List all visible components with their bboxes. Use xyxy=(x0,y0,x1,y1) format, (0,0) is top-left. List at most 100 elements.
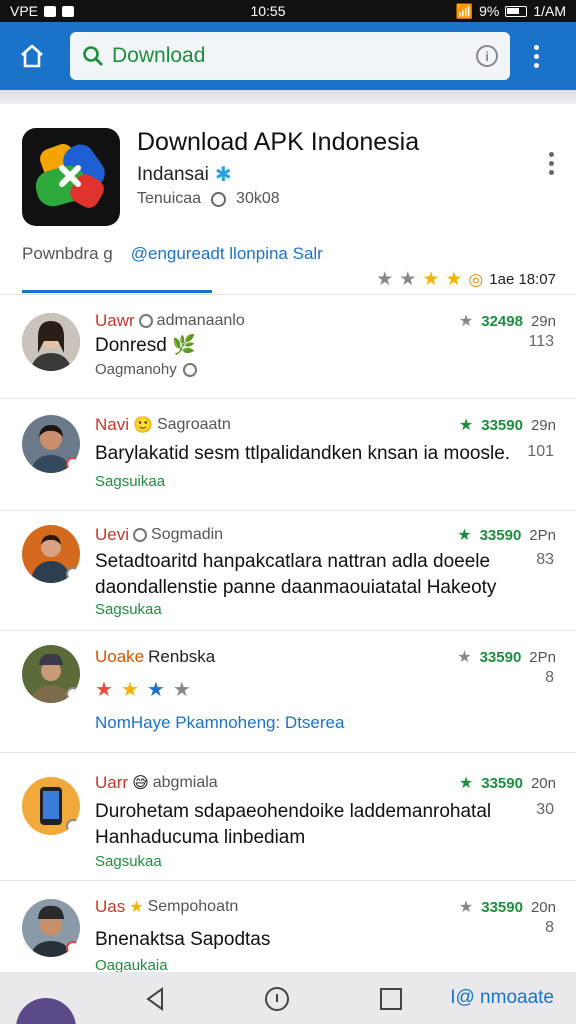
reviewer-name[interactable]: Uoake xyxy=(95,647,144,667)
grin-emoji-icon: 😅 xyxy=(132,775,149,792)
star-icon: ★ xyxy=(458,313,474,330)
review-footer-text[interactable]: Sagsuikaa xyxy=(95,473,165,490)
notification-icon xyxy=(44,5,57,17)
review-text: Donresd xyxy=(95,335,167,356)
review-time: 20n xyxy=(530,898,556,916)
avatar[interactable] xyxy=(22,313,80,371)
home-icon xyxy=(21,44,43,68)
reviewer-handle: abgmiala xyxy=(152,774,218,791)
location-pin-icon: ◎ xyxy=(468,269,484,289)
review-time: 2Pn xyxy=(529,526,556,544)
overflow-menu-button[interactable] xyxy=(516,34,556,78)
search-input[interactable]: Download i xyxy=(70,32,510,80)
badge-icon xyxy=(66,687,80,701)
star-icon: ★ xyxy=(146,679,165,701)
leaf-emoji-icon: 🌿 xyxy=(172,335,196,356)
star-icon: ★ xyxy=(458,775,474,792)
user-icon xyxy=(133,528,148,542)
info-icon[interactable]: i xyxy=(476,45,498,67)
app-meta: Tenuicaa 30k08 xyxy=(137,190,280,208)
avatar[interactable] xyxy=(22,645,80,703)
review-score: 33590 xyxy=(481,898,523,916)
app-downloads: 30k08 xyxy=(236,190,280,207)
battery-icon xyxy=(505,5,528,17)
star-icon: ★ xyxy=(422,269,440,290)
app-title: Download APK Indonesia xyxy=(137,128,420,156)
list-item[interactable]: Uevi Sogmadin ★ 33590 2Pn 83 Setadtoarit… xyxy=(0,510,576,630)
review-time: 20n xyxy=(530,774,556,792)
list-item[interactable]: Uas ★ Sempohoatn ★ 33590 20n 8 Bnenaktsa… xyxy=(0,880,576,974)
star-icon: ★ xyxy=(172,679,191,701)
review-footer-text: Oagmanohy xyxy=(95,361,177,378)
review-count: 83 xyxy=(536,551,554,568)
review-footer-text[interactable]: Sagsukaa xyxy=(95,601,162,618)
tab-row: Pownbdra g @engureadt llonpina Salr xyxy=(22,244,323,264)
home-button[interactable] xyxy=(10,34,54,78)
reviewer-handle: Sagroaatn xyxy=(156,416,231,433)
badge-icon xyxy=(66,457,80,471)
review-text: Setadtoaritd hanpakcatlara nattran adla … xyxy=(95,551,497,598)
review-score: 33590 xyxy=(479,526,522,544)
star-icon: ★ xyxy=(457,649,472,666)
developer-line[interactable]: Indansai ✱ xyxy=(137,162,232,187)
star-icon: ★ xyxy=(95,679,113,701)
app-notification-icon xyxy=(62,5,75,17)
star-icon: ★ xyxy=(458,899,474,916)
app-more-button[interactable] xyxy=(549,152,554,175)
user-icon xyxy=(138,314,153,328)
review-score-line: ★ 33590 20n xyxy=(459,897,556,917)
recent-apps-icon[interactable] xyxy=(378,986,404,1012)
avatar[interactable] xyxy=(22,525,80,583)
review-header: Uas ★ Sempohoatn xyxy=(95,897,238,917)
rating-row: ★ ★ ★ ★ ◎ 1ae 18:07 xyxy=(376,268,556,291)
review-footer-text[interactable]: Sagsukaa xyxy=(95,853,162,870)
review-score-line: ★ 33590 2Pn xyxy=(457,525,556,545)
reviewer-name[interactable]: Navi xyxy=(95,415,129,435)
reviewer-handle: admanaanlo xyxy=(156,312,245,329)
app-header-card: Download APK Indonesia Indansai ✱ Tenuic… xyxy=(0,104,576,294)
battery-percent: 9% xyxy=(479,3,500,19)
smile-emoji-icon: 🙂 xyxy=(133,417,153,434)
reviewer-name[interactable]: Uas xyxy=(95,897,125,917)
reviewer-handle: Sogmadin xyxy=(151,526,224,543)
review-header: Uoake Renbska xyxy=(95,647,215,667)
search-value: Download xyxy=(112,44,206,67)
avatar[interactable] xyxy=(22,777,80,835)
star-icon: ★ xyxy=(120,679,139,701)
home-circle-icon[interactable] xyxy=(264,986,290,1012)
star-icon: ★ xyxy=(445,269,463,290)
list-item[interactable]: Uoake Renbska ★ 33590 2Pn 8 ★ ★ ★ ★ NomH… xyxy=(0,630,576,752)
tab-reviews[interactable]: @engureadt llonpina Salr xyxy=(131,244,323,264)
reviewer-name[interactable]: Uarr xyxy=(95,773,128,793)
list-item[interactable]: Uarr 😅 abgmiala ★ 33590 20n 30 Durohetam… xyxy=(0,752,576,880)
tab-downloads[interactable]: Pownbdra g xyxy=(22,244,113,264)
list-item[interactable]: Navi 🙂 Sagroaatn ★ 33590 29n 101 Barylak… xyxy=(0,398,576,510)
badge-icon xyxy=(66,819,80,833)
bottom-navigation-bar: I@ nmoaate xyxy=(0,972,576,1024)
badge-icon xyxy=(66,567,80,581)
review-score-line: ★ 33590 29n xyxy=(459,415,556,435)
avatar[interactable] xyxy=(22,415,80,473)
review-header: Uawr admanaanlo xyxy=(95,311,245,331)
review-footer-text[interactable]: NomHaye Pkamnoheng: Dtserea xyxy=(95,713,344,733)
avatar[interactable] xyxy=(16,998,76,1024)
star-icon: ★ xyxy=(458,417,474,434)
reviewer-name[interactable]: Uevi xyxy=(95,525,129,545)
list-item[interactable]: Uawr admanaanlo ★ 32498 29n 113 Donresd … xyxy=(0,294,576,398)
back-icon[interactable] xyxy=(142,986,168,1012)
rating-date: 1ae 18:07 xyxy=(489,271,556,288)
status-time: 10:55 xyxy=(250,3,286,19)
clock-icon xyxy=(211,191,227,207)
review-count: 8 xyxy=(545,669,554,686)
star-icon: ★ xyxy=(376,269,394,290)
bottom-nav-label[interactable]: I@ nmoaate xyxy=(450,987,554,1009)
review-time: 2Pn xyxy=(529,648,556,666)
search-icon xyxy=(83,46,103,66)
review-score: 32498 xyxy=(481,312,523,330)
reply-icon[interactable] xyxy=(182,362,197,377)
reviewer-handle: Sempohoatn xyxy=(147,898,239,915)
review-count: 30 xyxy=(536,801,554,818)
review-header: Navi 🙂 Sagroaatn xyxy=(95,415,231,435)
avatar[interactable] xyxy=(22,899,80,957)
reviewer-name[interactable]: Uawr xyxy=(95,311,135,331)
